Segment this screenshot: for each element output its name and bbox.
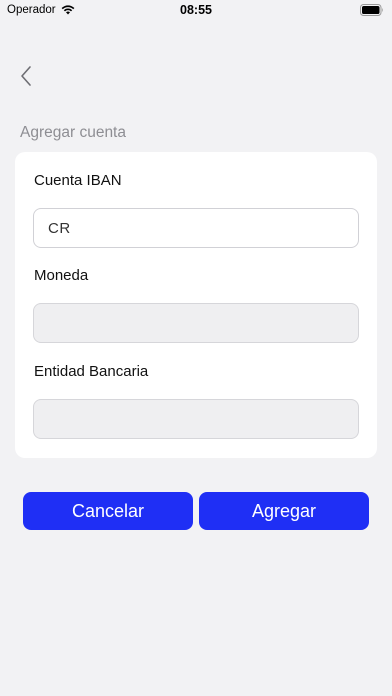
bank-label: Entidad Bancaria (34, 363, 149, 380)
iban-input[interactable]: CR (33, 208, 359, 248)
currency-input[interactable] (33, 303, 359, 343)
section-title: Agregar cuenta (20, 124, 126, 141)
back-button[interactable] (12, 60, 40, 92)
currency-label: Moneda (34, 267, 89, 284)
iban-label: Cuenta IBAN (34, 172, 122, 189)
add-account-screen: Operador 08:55 Agregar cuenta Cuenta IBA… (0, 0, 392, 696)
add-button[interactable]: Agregar (199, 492, 369, 530)
account-form-card: Cuenta IBAN CR Moneda Entidad Bancaria (15, 152, 377, 458)
bank-input[interactable] (33, 399, 359, 439)
iban-input-value: CR (48, 219, 71, 237)
chevron-left-icon (21, 66, 31, 86)
cancel-button[interactable]: Cancelar (23, 492, 193, 530)
status-time: 08:55 (180, 3, 212, 17)
status-bar: Operador 08:55 (0, 0, 392, 22)
battery-icon (360, 4, 383, 16)
